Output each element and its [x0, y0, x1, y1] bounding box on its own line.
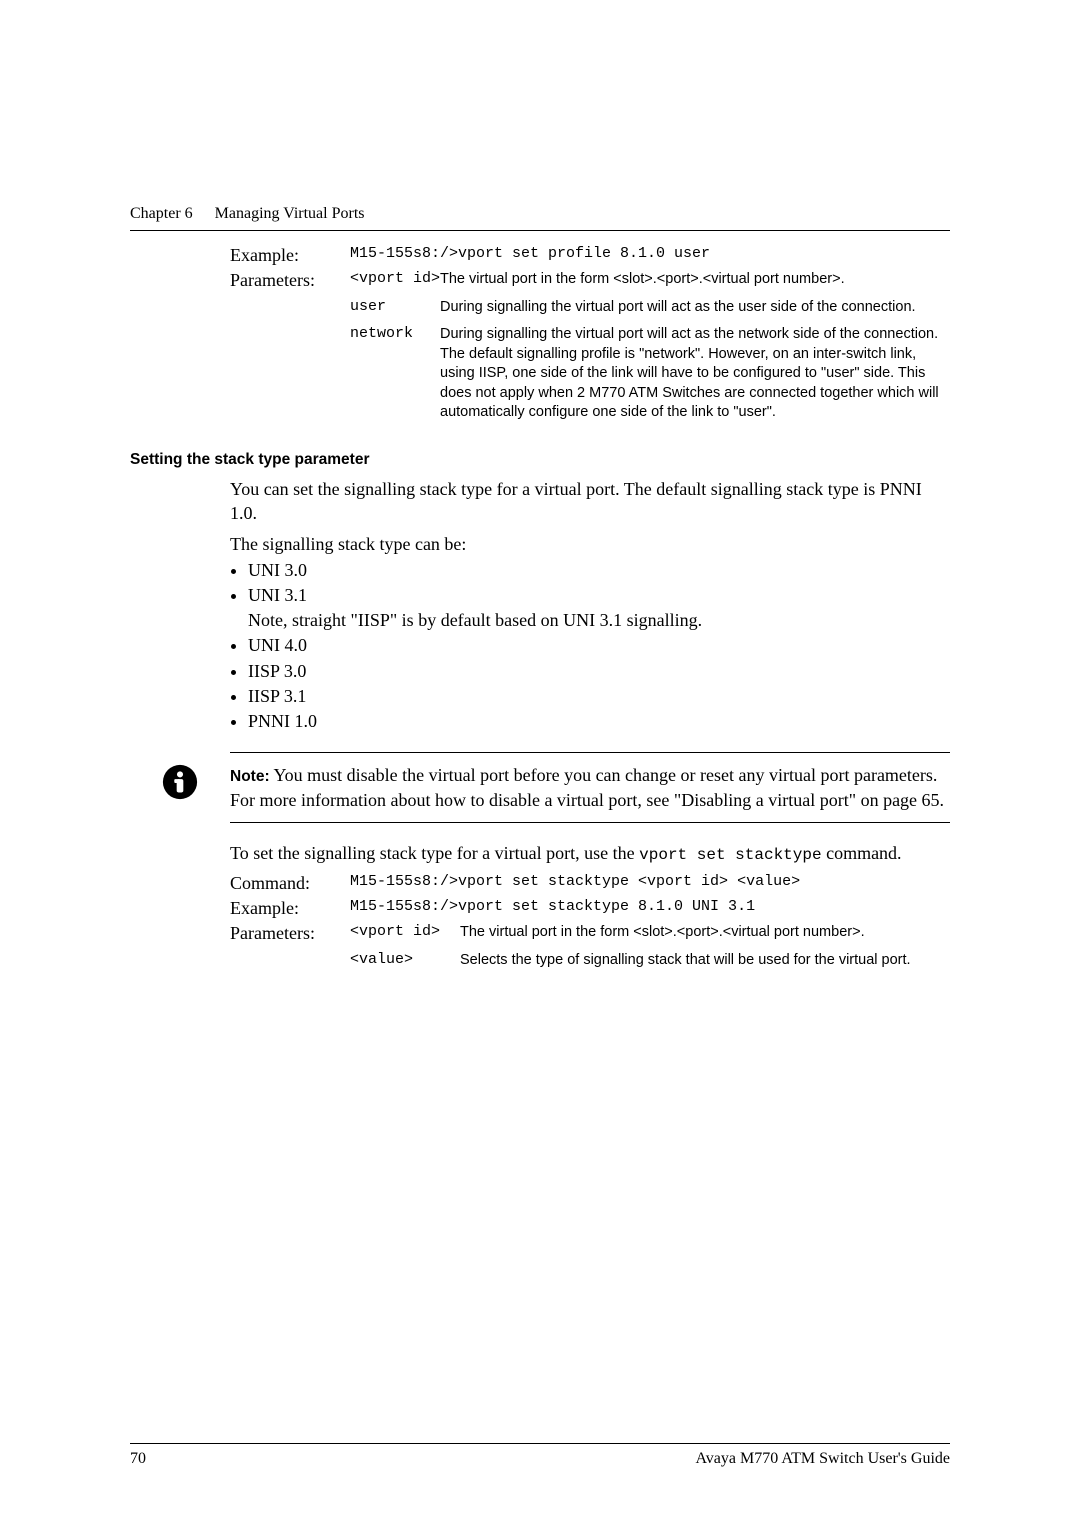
command-label: Command: — [230, 873, 350, 894]
param-row: <value> Selects the type of signalling s… — [350, 951, 950, 971]
param-desc: During signalling the virtual port will … — [440, 325, 950, 423]
example-value: M15-155s8:/>vport set stacktype 8.1.0 UN… — [350, 898, 950, 915]
param-name: user — [350, 298, 440, 315]
example-label: Example: — [230, 245, 350, 266]
example-value: M15-155s8:/>vport set profile 8.1.0 user — [350, 245, 950, 262]
info-icon — [161, 763, 199, 801]
body-paragraph: To set the signalling stack type for a v… — [230, 841, 950, 867]
param-name: <value> — [350, 951, 460, 968]
param-desc: The virtual port in the form <slot>.<por… — [460, 923, 950, 943]
note-divider-bottom — [230, 822, 950, 823]
list-item: UNI 4.0 — [248, 633, 950, 658]
list-item: UNI 3.1 Note, straight "IISP" is by defa… — [248, 583, 950, 633]
example-label: Example: — [230, 898, 350, 919]
inline-code: vport set stacktype — [639, 846, 821, 864]
note-body: You must disable the virtual port before… — [230, 765, 944, 810]
list-item-note: Note, straight "IISP" is by default base… — [248, 608, 950, 633]
param-name: network — [350, 325, 440, 342]
parameters-label: Parameters: — [230, 923, 350, 944]
param-name: <vport id> — [350, 923, 460, 940]
list-item: IISP 3.1 — [248, 684, 950, 709]
chapter-number: Chapter 6 — [130, 205, 193, 223]
param-row: <vport id> The virtual port in the form … — [350, 923, 950, 943]
footer-title: Avaya M770 ATM Switch User's Guide — [695, 1450, 950, 1468]
chapter-title: Managing Virtual Ports — [215, 205, 365, 223]
section-heading-stack-type: Setting the stack type parameter — [130, 451, 950, 469]
list-item: PNNI 1.0 — [248, 709, 950, 734]
stack-type-list: UNI 3.0 UNI 3.1 Note, straight "IISP" is… — [230, 558, 950, 734]
header-rule — [130, 230, 950, 231]
param-desc: The virtual port in the form <slot>.<por… — [440, 270, 950, 290]
page-number: 70 — [130, 1450, 146, 1468]
list-item: UNI 3.0 — [248, 558, 950, 583]
example-block-1: Example: M15-155s8:/>vport set profile 8… — [230, 245, 950, 431]
chapter-header: Chapter 6 Managing Virtual Ports — [130, 205, 365, 223]
param-name: <vport id> — [350, 270, 440, 287]
body-paragraph: The signalling stack type can be: — [230, 532, 950, 556]
body-paragraph: You can set the signalling stack type fo… — [230, 477, 950, 526]
page-footer: 70 Avaya M770 ATM Switch User's Guide — [130, 1443, 950, 1468]
list-item: IISP 3.0 — [248, 659, 950, 684]
note-text: Note: You must disable the virtual port … — [230, 763, 950, 812]
intro-pre: To set the signalling stack type for a v… — [230, 843, 639, 863]
parameters-label: Parameters: — [230, 270, 350, 291]
note-label: Note: — [230, 768, 270, 785]
param-row: <vport id> The virtual port in the form … — [350, 270, 950, 290]
intro-post: command. — [822, 843, 902, 863]
list-item-label: UNI 3.1 — [248, 585, 307, 605]
note-divider-top — [230, 752, 950, 753]
param-row: user During signalling the virtual port … — [350, 298, 950, 318]
command-value: M15-155s8:/>vport set stacktype <vport i… — [350, 873, 950, 890]
param-desc: During signalling the virtual port will … — [440, 298, 950, 318]
param-row: network During signalling the virtual po… — [350, 325, 950, 423]
param-desc: Selects the type of signalling stack tha… — [460, 951, 950, 971]
